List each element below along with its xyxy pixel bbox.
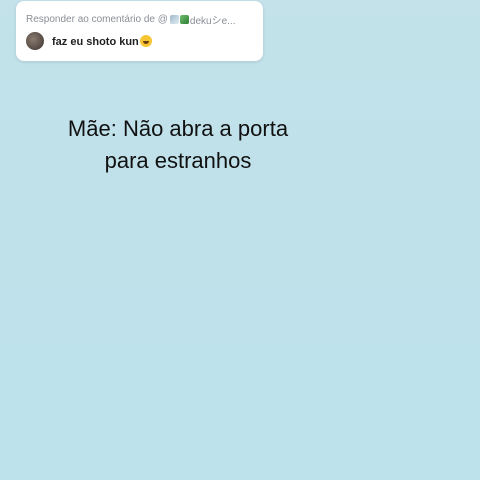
grinning-face-icon [139,34,152,47]
reply-header-username: dekuシe... [189,16,236,27]
username-emoji-icons [169,15,190,24]
caption-line-1: Mãe: Não abra a porta [67,116,289,141]
avatar[interactable] [26,32,44,50]
caption-line-2: para estranhos [104,148,252,173]
reply-header-prefix: Responder ao comentário de @ [26,14,168,25]
reply-comment-row: faz eu shoto kun [26,32,152,50]
comment-text: faz eu shoto kun [52,35,139,48]
reply-comment-card[interactable]: Responder ao comentário de @ dekuシe... f… [16,1,263,61]
video-caption: Mãe: Não abra a porta para estranhos [0,113,356,177]
reply-comment-text: faz eu shoto kun [52,34,152,48]
reply-header: Responder ao comentário de @ dekuシe... [26,12,236,27]
sticker-icon [169,15,179,24]
flag-icon [179,15,189,24]
